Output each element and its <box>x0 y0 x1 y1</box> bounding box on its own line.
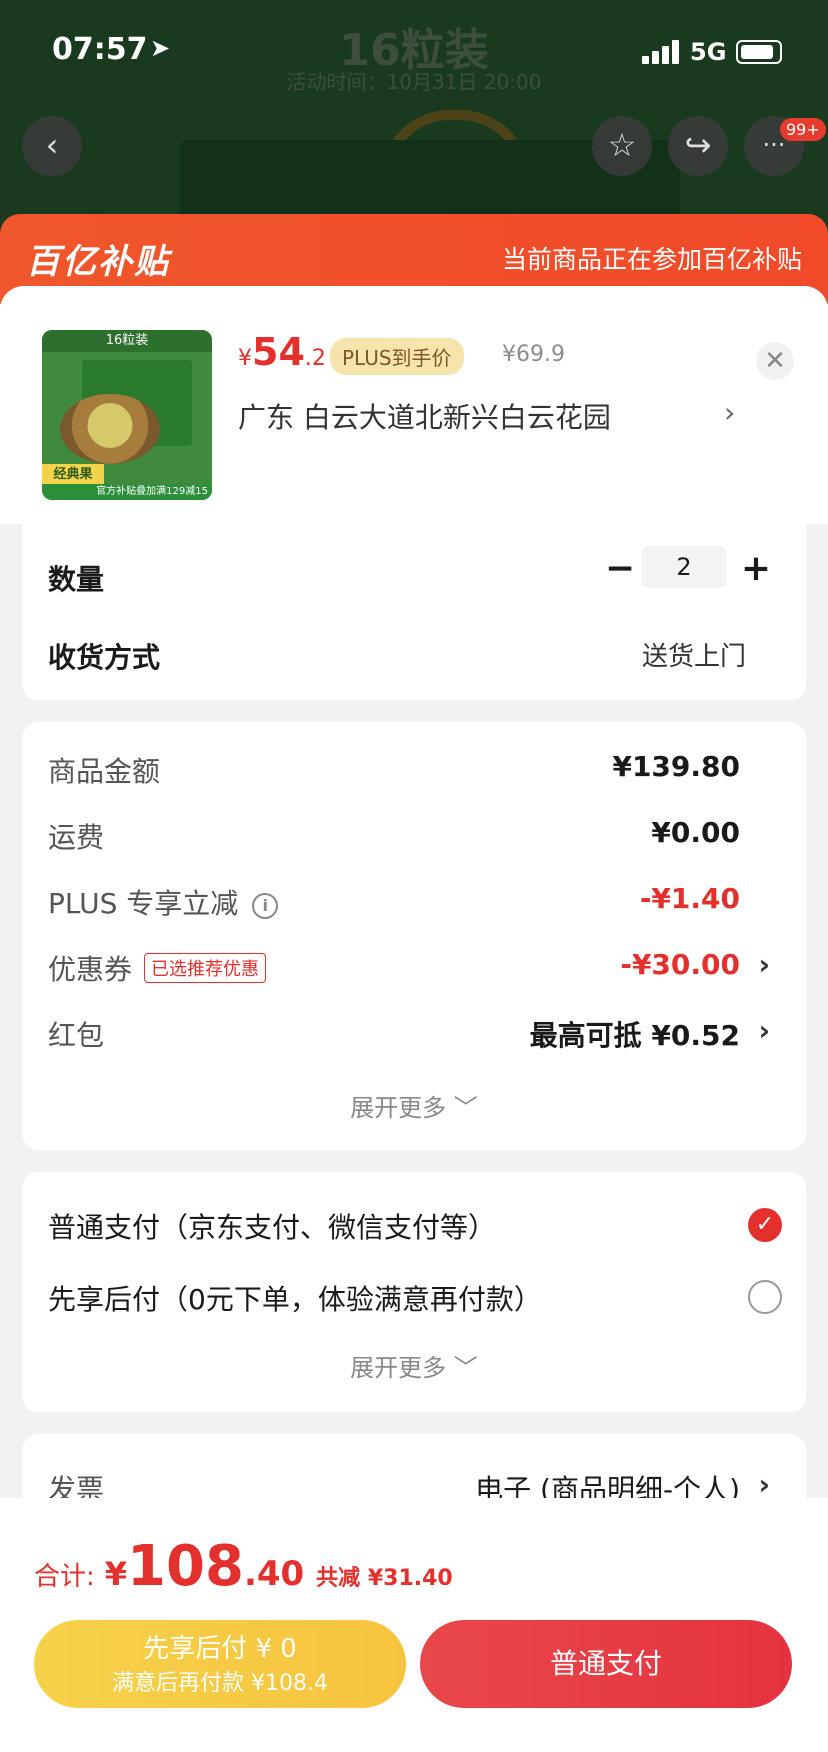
price-symbol: ¥ <box>238 346 252 371</box>
info-icon[interactable]: i <box>252 893 279 919</box>
coupon-value: -¥30.00 <box>620 948 740 981</box>
check-icon[interactable]: ✓ <box>748 1208 782 1242</box>
quantity-row: 数量 − 2 + <box>22 546 806 596</box>
plus-price-tag: PLUS到手价 <box>330 338 464 375</box>
coupon-label: 优惠券 <box>48 953 133 986</box>
goods-amount-row: 商品金额 ¥139.80 <box>48 750 780 790</box>
delivery-label: 收货方式 <box>48 641 161 674</box>
goods-amount-value: ¥139.80 <box>612 750 740 783</box>
pay-later-button[interactable]: 先享后付 ¥ 0 满意后再付款 ¥108.4 <box>34 1620 406 1708</box>
battery-icon <box>736 40 782 64</box>
total-integer: 108 <box>127 1534 244 1599</box>
product-price: ¥ 54 .2 <box>238 330 326 374</box>
expand-more-link[interactable]: 展开更多 ﹀ <box>22 1348 806 1383</box>
order-total: 合计: ¥ 108 .40 共减 ¥31.40 <box>34 1534 453 1599</box>
total-symbol: ¥ <box>104 1555 128 1593</box>
plus-discount-label: PLUS 专享立减 <box>48 887 239 920</box>
price-integer: 54 <box>252 330 305 374</box>
redpacket-label: 红包 <box>48 1019 105 1052</box>
coupon-tag: 已选推荐优惠 <box>144 953 267 983</box>
price-decimal: .2 <box>304 346 326 371</box>
product-summary: 16粒装 经典果 官方补贴叠加满129减15 ¥ 54 .2 PLUS到手价 ¥… <box>0 286 828 524</box>
price-summary-card: 商品金额 ¥139.80 运费 ¥0.00 PLUS 专享立减 i -¥1.40 … <box>22 722 806 1150</box>
product-thumbnail: 16粒装 经典果 官方补贴叠加满129减15 <box>42 330 212 500</box>
quantity-label: 数量 <box>48 563 105 596</box>
network-label: 5G <box>690 38 727 66</box>
pay-later-option[interactable]: 先享后付（0元下单，体验满意再付款） <box>48 1278 542 1318</box>
quantity-minus-button[interactable]: − <box>600 548 640 589</box>
coupon-row[interactable]: 优惠券 已选推荐优惠 -¥30.00 › <box>48 948 780 988</box>
chevron-right-icon[interactable]: › <box>758 948 770 981</box>
subsidy-note: 当前商品正在参加百亿补贴 <box>501 245 802 274</box>
back-button[interactable]: ‹ <box>22 116 82 176</box>
total-label: 合计: <box>34 1562 95 1592</box>
plus-discount-value: -¥1.40 <box>639 882 740 915</box>
quantity-input[interactable]: 2 <box>642 546 726 588</box>
redpacket-row[interactable]: 红包 最高可抵 ¥0.52 › <box>48 1014 780 1054</box>
thumb-top-label: 16粒装 <box>42 330 212 352</box>
expand-more-link[interactable]: 展开更多 ﹀ <box>22 1088 806 1123</box>
radio-unchecked-icon[interactable] <box>748 1280 782 1314</box>
total-decimal: .40 <box>243 1554 305 1594</box>
delivery-value: 送货上门 <box>641 642 746 672</box>
checkout-footer: 合计: ¥ 108 .40 共减 ¥31.40 先享后付 ¥ 0 满意后再付款 … <box>0 1498 828 1752</box>
chevron-right-icon[interactable]: › <box>758 1468 770 1501</box>
original-price: ¥69.9 <box>502 342 565 367</box>
quantity-plus-button[interactable]: + <box>736 548 776 589</box>
quantity-card: 数量 − 2 + 收货方式 送货上门 <box>22 510 806 700</box>
payment-method-card: 普通支付（京东支付、微信支付等） ✓ 先享后付（0元下单，体验满意再付款） 展开… <box>22 1172 806 1412</box>
pay-later-line2: 满意后再付款 ¥108.4 <box>112 1671 328 1696</box>
thumb-bottom-label: 官方补贴叠加满129减15 <box>42 484 212 500</box>
shipping-row: 运费 ¥0.00 <box>48 816 780 856</box>
thumb-tag: 经典果 <box>42 464 104 486</box>
subsidy-brand-logo: 百亿补贴 <box>26 242 170 282</box>
kiwi-image <box>60 394 160 464</box>
pay-later-line1: 先享后付 ¥ 0 <box>143 1634 297 1664</box>
status-bar: 07:57 ➤ 5G <box>0 0 828 100</box>
shipping-value: ¥0.00 <box>651 816 740 849</box>
share-button[interactable]: ↪ <box>668 116 728 176</box>
chevron-right-icon[interactable]: › <box>758 1014 770 1047</box>
notification-badge: 99+ <box>780 118 826 141</box>
status-time: 07:57 <box>52 32 148 67</box>
normal-pay-button[interactable]: 普通支付 <box>420 1620 792 1708</box>
goods-amount-label: 商品金额 <box>48 755 161 788</box>
close-button[interactable]: ✕ <box>756 342 794 380</box>
favorite-button[interactable]: ☆ <box>592 116 652 176</box>
shipping-label: 运费 <box>48 821 105 854</box>
location-icon: ➤ <box>150 34 171 62</box>
delivery-row[interactable]: 收货方式 送货上门 <box>22 624 806 674</box>
chevron-right-icon[interactable]: › <box>724 396 735 429</box>
total-saved: 共减 ¥31.40 <box>316 1566 453 1591</box>
redpacket-value: 最高可抵 ¥0.52 <box>529 1019 740 1052</box>
normal-payment-option[interactable]: 普通支付（京东支付、微信支付等） <box>48 1206 496 1246</box>
plus-discount-row: PLUS 专享立减 i -¥1.40 <box>48 882 780 922</box>
watermark-url: zhizhizhi.com <box>717 1732 812 1748</box>
delivery-address[interactable]: 广东 白云大道北新兴白云花园 <box>238 396 611 436</box>
